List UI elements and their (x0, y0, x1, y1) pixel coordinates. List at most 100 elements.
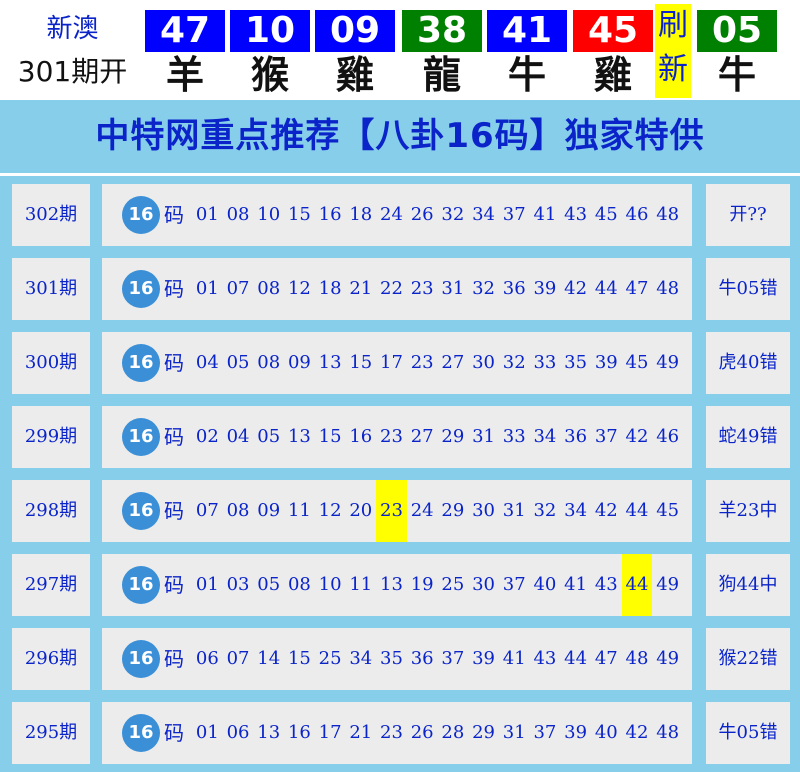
result-cell: 开?? (706, 184, 790, 246)
number-item: 24 (410, 500, 434, 521)
number-item: 36 (502, 278, 526, 299)
number-item: 34 (564, 500, 588, 521)
result-cell: 牛05错 (706, 258, 790, 320)
period-cell: 298期 (12, 480, 90, 542)
period-cell: 301期 (12, 258, 90, 320)
number-item: 40 (594, 722, 618, 743)
numbers-cell: 16 码 02 04 05 13 15 16 23 27 29 31 33 34 36 37 42 46 (102, 406, 692, 468)
number-item: 30 (472, 574, 495, 595)
number-item: 43 (564, 204, 588, 225)
count-badge: 16 (122, 492, 160, 530)
result-cell: 蛇49错 (706, 406, 790, 468)
number-item: 26 (410, 722, 434, 743)
ma-label: 码 (164, 647, 184, 671)
number-item: 46 (656, 426, 680, 447)
number-item: 19 (410, 574, 434, 595)
number-item: 31 (441, 278, 465, 299)
number-item: 33 (502, 426, 526, 447)
ma-label: 码 (164, 277, 184, 301)
number-item: 29 (441, 500, 465, 521)
number-item: 37 (533, 722, 557, 743)
number-item: 15 (318, 426, 342, 447)
count-badge: 16 (122, 270, 160, 308)
number-item: 34 (533, 426, 557, 447)
number-item: 41 (564, 574, 588, 595)
number-item: 13 (318, 352, 342, 373)
draw-ball: 38 龍 (402, 10, 482, 98)
number-item: 09 (257, 500, 281, 521)
draw-ball: 10 猴 (230, 10, 310, 98)
count-badge: 16 (122, 714, 160, 752)
number-item: 25 (441, 574, 465, 595)
number-item: 44 (621, 554, 653, 616)
number-item: 44 (564, 648, 588, 669)
number-item: 44 (625, 500, 649, 521)
number-item: 29 (472, 722, 495, 743)
number-item: 37 (594, 426, 618, 447)
number-item: 17 (318, 722, 342, 743)
refresh-button[interactable]: 刷 新 (655, 4, 691, 98)
number-item: 18 (318, 278, 342, 299)
prediction-table: 302期 16 码 01 08 10 15 16 18 24 26 32 34 37 41 43 45 46 48 开… (0, 176, 800, 772)
numbers-cell: 16 码 01 03 05 08 10 11 13 19 25 30 37 40 41 43 44 49 (102, 554, 692, 616)
count-badge: 16 (122, 418, 160, 456)
number-item: 12 (318, 500, 342, 521)
count-badge: 16 (122, 196, 160, 234)
number-item: 26 (410, 204, 434, 225)
table-row: 296期 16 码 06 07 14 15 25 34 35 36 37 39 41 43 44 47 48 49 猴… (0, 620, 800, 694)
number-item: 15 (287, 648, 311, 669)
number-item: 47 (625, 278, 649, 299)
numbers-cell: 16 码 04 05 08 09 13 15 17 23 27 30 32 33 35 39 45 49 (102, 332, 692, 394)
number-item: 47 (594, 648, 618, 669)
number-item: 29 (441, 426, 465, 447)
number-item: 13 (287, 426, 311, 447)
number-item: 14 (257, 648, 281, 669)
number-item: 25 (318, 648, 342, 669)
number-list: 01 06 13 16 17 21 23 26 28 29 31 37 39 40 42 48 (192, 702, 683, 764)
table-row: 298期 16 码 07 08 09 11 12 20 23 24 29 30 31 32 34 42 44 45 羊… (0, 472, 800, 546)
period-open-label: 301期开 (17, 55, 128, 88)
number-item: 06 (226, 722, 250, 743)
number-item: 16 (287, 722, 311, 743)
numbers-cell: 16 码 06 07 14 15 25 34 35 36 37 39 41 43 44 47 48 49 (102, 628, 692, 690)
number-item: 12 (287, 278, 311, 299)
refresh-label-2: 新 (658, 52, 688, 87)
period-cell: 295期 (12, 702, 90, 764)
ball-zodiac: 牛 (717, 52, 756, 97)
page-title: 中特网重点推荐【八卦16码】独家特供 (95, 116, 705, 156)
number-item: 35 (380, 648, 403, 669)
ball-number: 38 (402, 10, 482, 52)
number-item: 36 (564, 426, 588, 447)
number-item: 34 (472, 204, 495, 225)
number-item: 45 (625, 352, 649, 373)
result-cell: 猴22错 (706, 628, 790, 690)
number-item: 27 (441, 352, 465, 373)
number-item: 48 (656, 278, 680, 299)
number-list: 01 03 05 08 10 11 13 19 25 30 37 40 41 43 44 49 (192, 554, 683, 616)
number-item: 05 (257, 426, 281, 447)
number-item: 23 (410, 278, 434, 299)
number-list: 04 05 08 09 13 15 17 23 27 30 32 33 35 39 45 49 (192, 332, 683, 394)
number-item: 17 (380, 352, 403, 373)
ball-number: 45 (573, 10, 653, 52)
ball-zodiac: 猴 (250, 52, 289, 97)
number-item: 01 (195, 722, 219, 743)
ball-zodiac: 雞 (593, 52, 632, 97)
ball-zodiac: 龍 (422, 52, 461, 97)
number-item: 30 (472, 500, 495, 521)
number-item: 02 (195, 426, 219, 447)
number-item: 42 (625, 722, 649, 743)
count-badge: 16 (122, 640, 160, 678)
number-item: 07 (226, 278, 250, 299)
number-item: 28 (441, 722, 465, 743)
number-list: 07 08 09 11 12 20 23 24 29 30 31 32 34 42 44 45 (192, 480, 683, 542)
number-item: 27 (410, 426, 434, 447)
number-item: 10 (318, 574, 342, 595)
number-list: 02 04 05 13 15 16 23 27 29 31 33 34 36 37 42 46 (192, 406, 683, 468)
period-cell: 296期 (12, 628, 90, 690)
table-row: 300期 16 码 04 05 08 09 13 15 17 23 27 30 32 33 35 39 45 49 虎… (0, 324, 800, 398)
number-item: 08 (226, 204, 250, 225)
period-cell: 302期 (12, 184, 90, 246)
table-row: 295期 16 码 01 06 13 16 17 21 23 26 28 29 31 37 39 40 42 48 牛… (0, 694, 800, 768)
number-item: 15 (287, 204, 311, 225)
